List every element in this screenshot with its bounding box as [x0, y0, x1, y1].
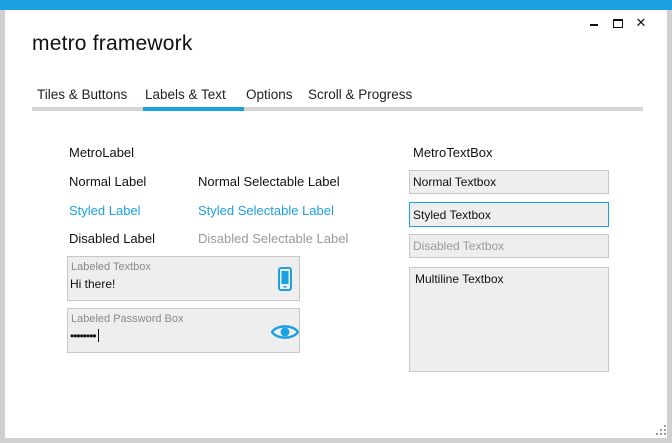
styled-label: Styled Label: [69, 203, 141, 218]
disabled-textbox-value: Disabled Textbox: [413, 239, 505, 253]
tab-track: [32, 107, 643, 111]
normal-selectable-label[interactable]: Normal Selectable Label: [198, 174, 340, 189]
eye-icon[interactable]: [271, 323, 299, 341]
normal-textbox-value: Normal Textbox: [413, 175, 497, 189]
styled-textbox[interactable]: Styled Textbox: [409, 202, 609, 227]
metrolabel-heading: MetroLabel: [69, 145, 135, 160]
normal-textbox[interactable]: Normal Textbox: [409, 170, 609, 194]
tab-bar: Tiles & Buttons Labels & Text Options Sc…: [32, 86, 643, 112]
disabled-textbox: Disabled Textbox: [409, 234, 609, 258]
window-border-left: [0, 10, 5, 443]
labeled-password-box[interactable]: Labeled Password Box ••••••••: [67, 308, 300, 353]
labeled-textbox-label: Labeled Textbox: [71, 261, 151, 273]
tab-options[interactable]: Options: [246, 87, 293, 102]
disabled-label: Disabled Label: [69, 231, 156, 246]
window-border-right: [667, 10, 672, 443]
labeled-textbox-value: Hi there!: [70, 277, 116, 291]
styled-textbox-value: Styled Textbox: [413, 208, 491, 222]
resize-grip[interactable]: [655, 424, 667, 436]
maximize-icon: [613, 19, 623, 29]
styled-selectable-label[interactable]: Styled Selectable Label: [198, 203, 334, 218]
tab-labels-text[interactable]: Labels & Text: [145, 87, 226, 102]
window-title: metro framework: [32, 32, 193, 55]
phone-icon: [278, 267, 292, 291]
minimize-button[interactable]: [584, 14, 604, 32]
metrotextbox-heading: MetroTextBox: [413, 145, 493, 160]
disabled-selectable-label: Disabled Selectable Label: [198, 231, 349, 246]
multiline-textbox-value: Multiline Textbox: [415, 272, 504, 286]
labeled-password-label: Labeled Password Box: [71, 313, 184, 325]
tab-tiles-buttons[interactable]: Tiles & Buttons: [37, 87, 127, 102]
close-button[interactable]: ✕: [631, 14, 651, 32]
window-border-bottom: [0, 438, 672, 443]
labeled-textbox[interactable]: Labeled Textbox Hi there!: [67, 256, 300, 301]
minimize-icon: [590, 23, 598, 26]
multiline-textbox[interactable]: Multiline Textbox: [409, 267, 609, 372]
window-accent-bar: [0, 0, 672, 10]
labeled-password-value: ••••••••: [70, 329, 99, 343]
normal-label: Normal Label: [69, 174, 147, 189]
close-icon: ✕: [635, 15, 647, 30]
tab-selected-indicator: [143, 107, 244, 111]
maximize-button[interactable]: [608, 14, 628, 32]
tab-scroll-progress[interactable]: Scroll & Progress: [308, 87, 412, 102]
